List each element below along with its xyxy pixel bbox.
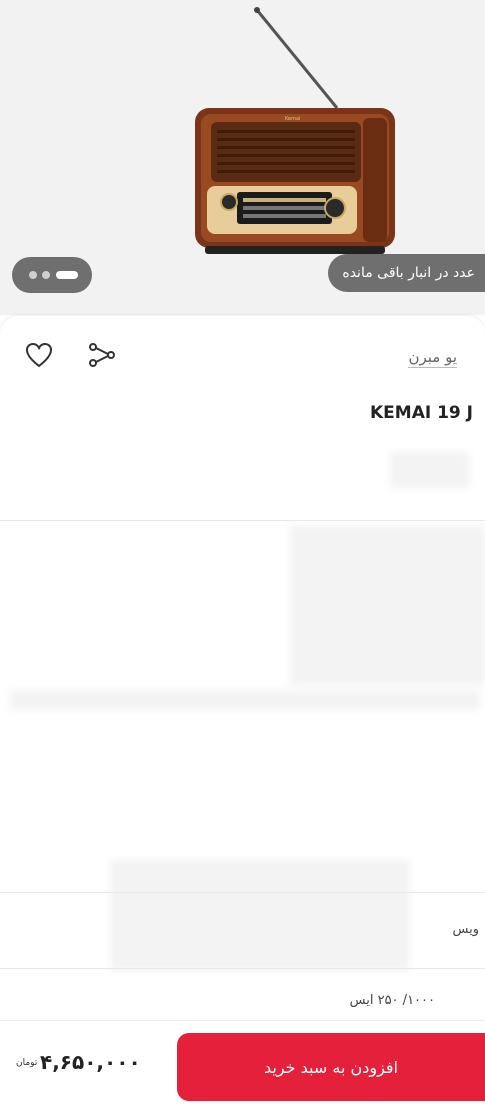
price-value: ۴,۶۵۰,۰۰۰ — [40, 1050, 141, 1074]
blurred-content — [290, 525, 485, 685]
currency-label: تومان — [16, 1058, 38, 1068]
brand-link[interactable]: یو مبرن — [408, 348, 457, 368]
spec-fragment: ۱۰۰۰/ ۲۵۰ ایس — [349, 993, 435, 1008]
section-divider — [0, 968, 485, 969]
blurred-content — [110, 860, 410, 970]
blurred-content — [390, 452, 470, 488]
svg-text:Kemai: Kemai — [285, 116, 300, 122]
add-to-cart-button[interactable]: افزودن به سبد خرید — [177, 1033, 485, 1101]
section-divider — [0, 520, 485, 521]
product-title: KEMAI 19 J — [369, 403, 473, 423]
section-divider — [0, 892, 485, 893]
share-button[interactable] — [87, 341, 117, 371]
blurred-content — [10, 690, 480, 710]
share-icon — [89, 343, 115, 367]
heart-icon — [25, 342, 53, 368]
stock-remaining-badge: عدد در انبار باقی مانده — [328, 254, 485, 292]
product-gallery[interactable]: Kemai عدد در انبار باقی مانده — [0, 0, 485, 315]
spec-fragment: ویس — [452, 922, 479, 937]
favorite-button[interactable] — [24, 341, 54, 371]
gallery-pagination[interactable] — [12, 257, 92, 293]
gallery-dot-active[interactable] — [56, 271, 78, 279]
gallery-dot[interactable] — [42, 271, 50, 279]
stock-remaining-text: عدد در انبار باقی مانده — [342, 265, 475, 281]
gallery-dot[interactable] — [29, 271, 37, 279]
product-image[interactable]: Kemai — [185, 0, 410, 270]
product-details-sheet — [0, 316, 485, 1110]
